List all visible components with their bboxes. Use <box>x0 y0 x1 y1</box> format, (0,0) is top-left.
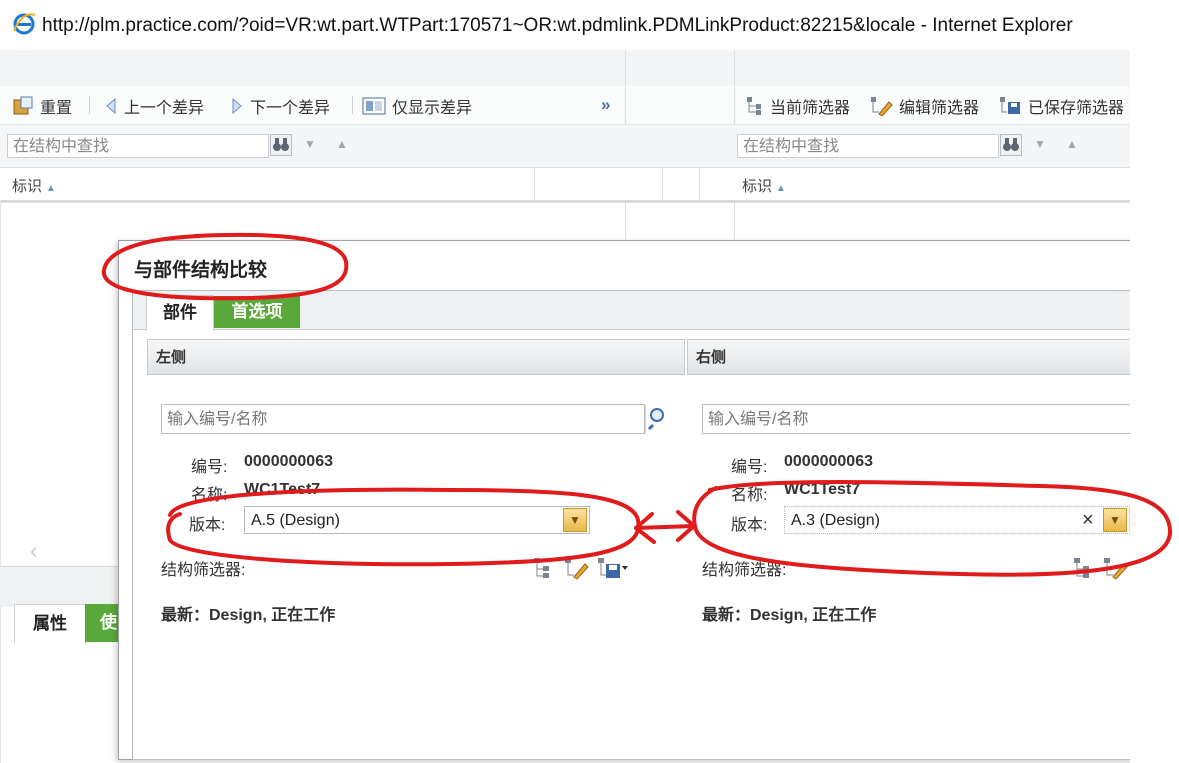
right-latest-filter-text: 最新：Design, 正在工作 <box>702 607 877 624</box>
toolbar-separator <box>352 96 353 114</box>
find-previous-icon[interactable]: ▲ <box>336 137 348 151</box>
toolbar-separator <box>89 96 90 114</box>
reset-icon <box>13 96 33 115</box>
chevron-down-icon[interactable]: ▼ <box>1103 508 1127 532</box>
edit-filter-label: 编辑筛选器 <box>899 100 980 117</box>
tree-column-header-row <box>0 168 1130 203</box>
tab-preferences[interactable]: 首选项 <box>214 296 300 328</box>
right-number-value: 0000000063 <box>784 453 873 470</box>
right-version-value: A.3 (Design) <box>791 512 880 529</box>
structure-tree-icon[interactable] <box>1071 556 1093 580</box>
saved-filters-label: 已保存筛选器 <box>1028 100 1125 117</box>
left-version-select[interactable]: A.5 (Design) <box>244 506 590 534</box>
reset-button[interactable]: 重置 <box>12 94 72 118</box>
binoculars-icon <box>1003 138 1019 151</box>
clear-version-icon[interactable]: × <box>1082 509 1094 532</box>
binoculars-icon <box>273 138 289 151</box>
left-structure-search-input[interactable]: 在结构中查找 <box>7 134 269 158</box>
edit-filter-button[interactable]: 编辑筛选器 <box>869 94 979 118</box>
edit-filter-icon[interactable] <box>563 556 589 580</box>
left-number-value: 0000000063 <box>244 453 333 470</box>
saved-filters-icon <box>1000 97 1020 114</box>
left-structure-filter-label: 结构筛选器: <box>161 562 246 579</box>
tab-attributes[interactable]: 属性 <box>14 604 86 643</box>
tab-part[interactable]: 部件 <box>146 295 214 331</box>
right-number-label: 编号: <box>731 459 768 476</box>
current-filter-label: 当前筛选器 <box>770 100 851 117</box>
left-latest-filter-text: 最新：Design, 正在工作 <box>161 607 336 624</box>
left-name-value: WC1Test7 <box>244 481 321 498</box>
arrow-left-icon <box>106 97 116 115</box>
show-differences-only-button[interactable]: 仅显示差异 <box>362 94 472 118</box>
left-identifier-column-header[interactable]: 标识 ▲ <box>12 175 56 196</box>
right-name-value: WC1Test7 <box>784 481 861 498</box>
previous-difference-label: 上一个差异 <box>124 100 205 117</box>
right-edge-blank <box>1130 50 1179 763</box>
arrow-right-icon <box>232 97 242 115</box>
left-panel-footer <box>0 566 118 607</box>
left-number-label: 编号: <box>191 459 228 476</box>
column-divider <box>534 168 535 200</box>
dialog-title: 与部件结构比较 <box>134 260 268 281</box>
next-difference-button[interactable]: 下一个差异 <box>230 94 330 118</box>
left-edge-line <box>0 200 1 763</box>
differences-only-icon <box>362 97 386 115</box>
left-section-header: 左侧 <box>147 339 685 375</box>
reset-label: 重置 <box>40 100 73 117</box>
sort-ascending-icon: ▲ <box>46 183 56 194</box>
sort-ascending-icon: ▲ <box>776 183 786 194</box>
tab-usage[interactable]: 使 <box>85 604 118 642</box>
structure-tree-icon <box>747 97 761 115</box>
right-identifier-column-header[interactable]: 标识 ▲ <box>742 175 786 196</box>
search-icon <box>647 408 664 431</box>
left-part-search-button[interactable] <box>645 405 670 433</box>
column-divider <box>699 168 700 200</box>
find-previous-icon[interactable]: ▲ <box>1066 137 1078 151</box>
left-version-value: A.5 (Design) <box>251 512 340 529</box>
right-identifier-label: 标识 <box>742 178 773 195</box>
right-name-label: 名称: <box>731 487 768 504</box>
left-version-label: 版本: <box>189 517 226 534</box>
current-filter-button[interactable]: 当前筛选器 <box>744 94 850 118</box>
structure-tree-icon[interactable] <box>531 556 553 580</box>
previous-difference-button[interactable]: 上一个差异 <box>104 94 204 118</box>
column-divider <box>662 168 663 200</box>
edit-filter-icon <box>871 97 893 116</box>
left-find-button[interactable] <box>270 134 292 156</box>
toolbar-overflow-button[interactable]: » <box>601 95 610 115</box>
right-part-search-input[interactable]: 输入编号/名称 <box>702 404 1132 434</box>
right-version-label: 版本: <box>731 517 768 534</box>
right-structure-search-input[interactable]: 在结构中查找 <box>737 134 999 158</box>
left-name-label: 名称: <box>191 487 228 504</box>
app-top-strip <box>0 50 1130 87</box>
saved-filters-button[interactable]: 已保存筛选器 <box>998 94 1124 118</box>
next-difference-label: 下一个差异 <box>250 100 331 117</box>
window-title: http://plm.practice.com/?oid=VR:wt.part.… <box>42 15 1073 36</box>
left-part-search-input[interactable]: 输入编号/名称 <box>161 404 645 434</box>
scroll-left-icon[interactable]: ‹ <box>30 538 37 564</box>
right-find-button[interactable] <box>1000 134 1022 156</box>
show-differences-only-label: 仅显示差异 <box>392 100 473 117</box>
right-version-select[interactable]: A.3 (Design) <box>784 506 1130 534</box>
chevron-down-icon[interactable]: ▼ <box>563 508 587 532</box>
left-identifier-label: 标识 <box>12 178 43 195</box>
find-next-icon[interactable]: ▼ <box>1034 137 1046 151</box>
find-next-icon[interactable]: ▼ <box>304 137 316 151</box>
right-section-header: 右侧 <box>687 339 1132 375</box>
edit-filter-icon[interactable] <box>1102 556 1128 580</box>
right-structure-filter-label: 结构筛选器: <box>702 562 787 579</box>
saved-filters-icon[interactable] <box>596 556 630 580</box>
internet-explorer-icon <box>13 13 36 35</box>
